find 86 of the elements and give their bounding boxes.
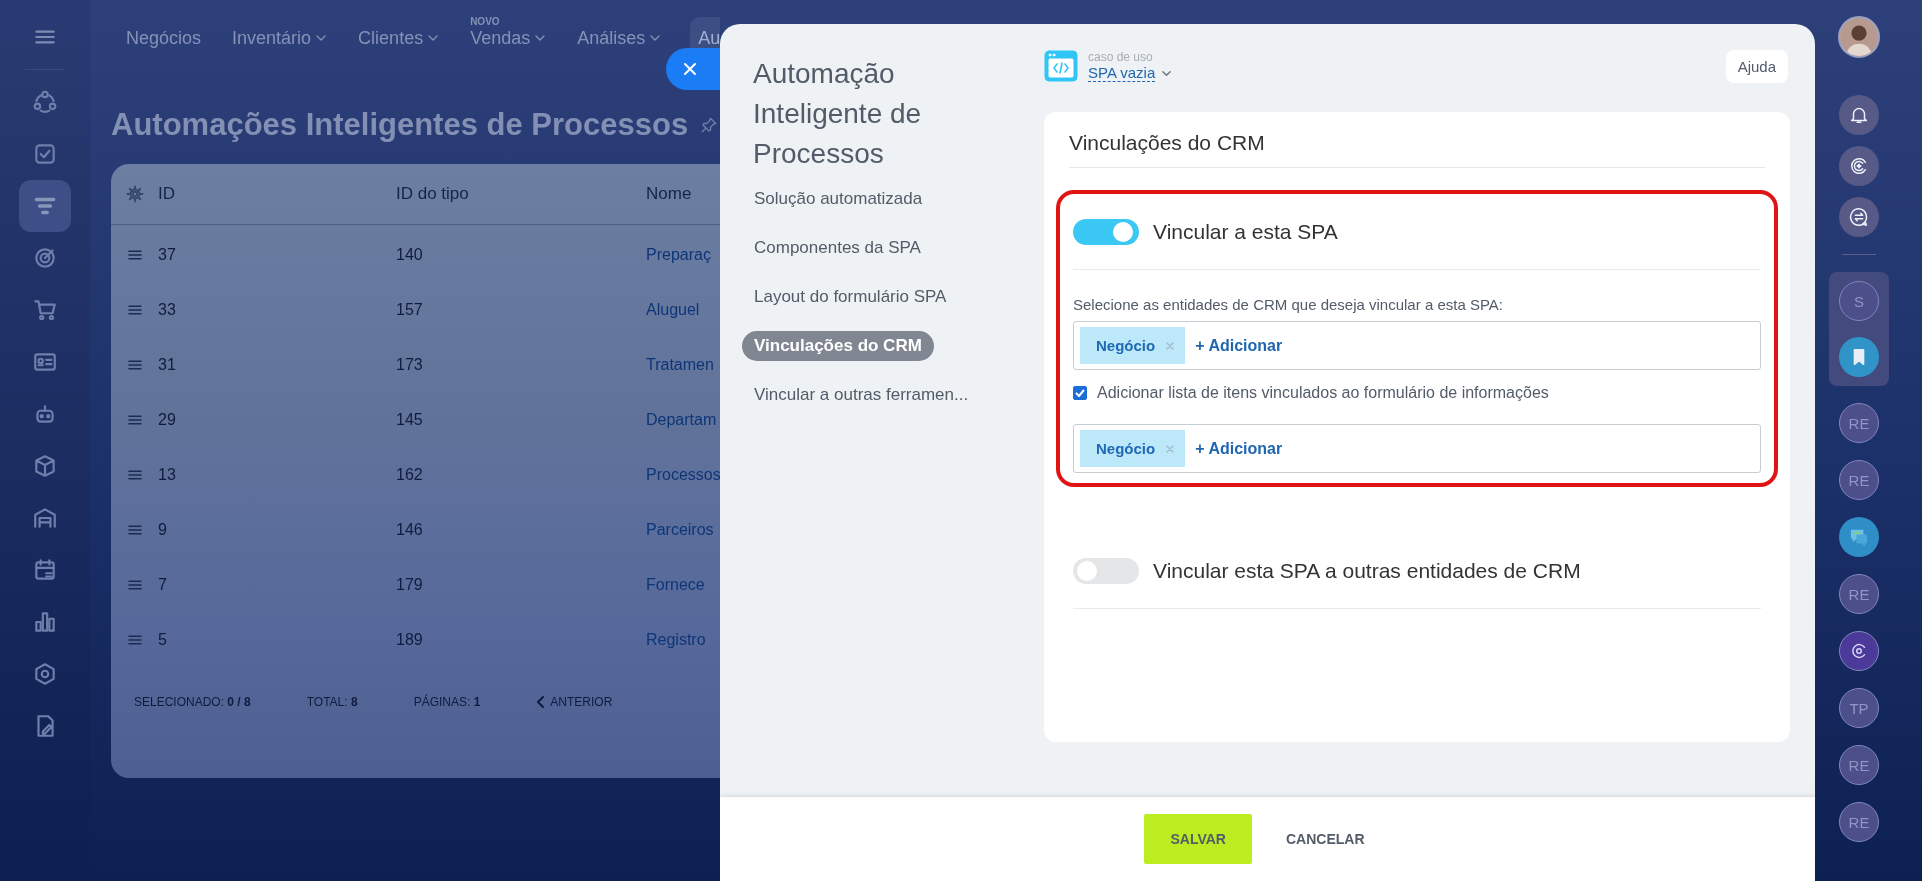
- table-link[interactable]: Departam: [646, 410, 717, 429]
- add-link[interactable]: + Adicionar: [1195, 439, 1283, 458]
- table-cell: 145: [396, 410, 423, 429]
- toggle-switch[interactable]: [1073, 557, 1139, 584]
- user-initials[interactable]: RE: [1839, 460, 1879, 500]
- avatar[interactable]: [1838, 16, 1880, 58]
- save-button[interactable]: SALVAR: [1144, 814, 1252, 864]
- table-cell: 146: [396, 520, 423, 539]
- previous-page-link[interactable]: ANTERIOR: [536, 695, 613, 709]
- table-cell: 189: [396, 630, 423, 649]
- add-link[interactable]: + Adicionar: [1195, 336, 1283, 355]
- column-header[interactable]: Nome: [646, 184, 692, 204]
- column-header[interactable]: ID do tipo: [396, 184, 469, 204]
- table-link[interactable]: Tratamen: [646, 355, 714, 374]
- table-cell: 157: [396, 300, 423, 319]
- rail-button[interactable]: [1839, 146, 1879, 186]
- table-cell: 29: [158, 410, 176, 429]
- rail-button[interactable]: [1839, 95, 1879, 135]
- checkbox-label: Adicionar lista de itens vinculados ao formulário de informações: [1097, 384, 1549, 402]
- total-count: TOTAL: 8: [306, 695, 358, 709]
- user-initials[interactable]: RE: [1839, 802, 1879, 842]
- page-title: Automações Inteligentes de Processos: [111, 107, 689, 143]
- cancel-button[interactable]: CANCELAR: [1259, 814, 1391, 864]
- pages-count: PÁGINAS: 1: [413, 695, 481, 709]
- help-button[interactable]: Ajuda: [1725, 50, 1788, 83]
- field-label: Selecione as entidades de CRM que deseja vincular a esta SPA:: [1073, 296, 1504, 313]
- rail-button[interactable]: [1839, 517, 1879, 557]
- table-cell: 5: [158, 630, 167, 649]
- close-button[interactable]: [666, 48, 720, 90]
- nav-item[interactable]: Componentes da SPA: [742, 233, 933, 263]
- table-cell: 31: [158, 355, 176, 374]
- entity-tag[interactable]: Negócio: [1080, 327, 1186, 364]
- table-cell: 173: [396, 355, 423, 374]
- checkbox[interactable]: [1073, 386, 1087, 400]
- user-initials[interactable]: S: [1839, 281, 1879, 321]
- entity-field[interactable]: Negócio + Adicionar: [1073, 424, 1761, 473]
- table-cell: 7: [158, 575, 167, 594]
- table-cell: 140: [396, 245, 423, 264]
- gear-icon[interactable]: [125, 185, 144, 203]
- close-icon: [682, 61, 698, 77]
- chat-arrows-icon: [1848, 206, 1870, 228]
- nav-tab[interactable]: Clientes: [356, 0, 442, 48]
- toggle-label: Vincular a esta SPA: [1153, 219, 1338, 244]
- table-cell: 13: [158, 465, 176, 484]
- column-header[interactable]: ID: [158, 184, 175, 204]
- table-cell: 9: [158, 520, 167, 539]
- table-cell: 179: [396, 575, 423, 594]
- entity-tag[interactable]: Negócio: [1080, 430, 1186, 467]
- card-title: Vinculações do CRM: [1069, 131, 1265, 155]
- nav-tab[interactable]: NOVO Vendas: [468, 0, 549, 48]
- table-link[interactable]: Preparaç: [646, 245, 711, 264]
- nav-tab[interactable]: Análises: [575, 0, 664, 48]
- user-initials[interactable]: TP: [1839, 688, 1879, 728]
- table-link[interactable]: Fornece: [646, 575, 705, 594]
- new-label: NOVO: [470, 15, 500, 29]
- nav-item[interactable]: Solução automatizada: [742, 184, 935, 214]
- user-initials[interactable]: RE: [1839, 403, 1879, 443]
- rail-button[interactable]: [1839, 337, 1879, 377]
- table-cell: 162: [396, 465, 423, 484]
- rail-button[interactable]: [1839, 631, 1879, 671]
- selected-count: SELECIONADO: 0 / 8: [134, 695, 251, 709]
- code-window-icon: [1044, 50, 1078, 82]
- user-initials[interactable]: RE: [1839, 574, 1879, 614]
- pin-icon[interactable]: [700, 116, 719, 134]
- table-cell: 37: [158, 245, 176, 264]
- nav-tab[interactable]: Negócios: [124, 0, 204, 48]
- nav-item[interactable]: Layout do formulário SPA: [742, 282, 959, 312]
- nav-tab[interactable]: Inventário: [230, 0, 330, 48]
- use-case-dropdown[interactable]: SPA vazia: [1088, 64, 1173, 82]
- table-link[interactable]: Registro: [646, 630, 706, 649]
- use-case-label: caso de uso: [1088, 50, 1154, 64]
- toggle-switch[interactable]: [1073, 218, 1139, 245]
- funnel-icon[interactable]: [19, 180, 71, 232]
- chevron-icon: [536, 696, 547, 708]
- user-initials[interactable]: RE: [1839, 745, 1879, 785]
- nav-item[interactable]: Vincular a outras ferramen...: [742, 380, 981, 410]
- nav-tab[interactable]: Au: [690, 17, 721, 48]
- table-link[interactable]: Parceiros: [646, 520, 714, 539]
- table-link[interactable]: Processos: [646, 465, 721, 484]
- table-link[interactable]: Aluguel: [646, 300, 700, 319]
- rail-button[interactable]: [1839, 197, 1879, 237]
- nav-item[interactable]: Vinculações do CRM: [742, 331, 934, 361]
- entity-field[interactable]: Negócio + Adicionar: [1073, 321, 1761, 370]
- panel-title: Automação Inteligente de Processos: [753, 57, 923, 171]
- toggle-label: Vincular esta SPA a outras entidades de CRM: [1153, 558, 1581, 583]
- table-cell: 33: [158, 300, 176, 319]
